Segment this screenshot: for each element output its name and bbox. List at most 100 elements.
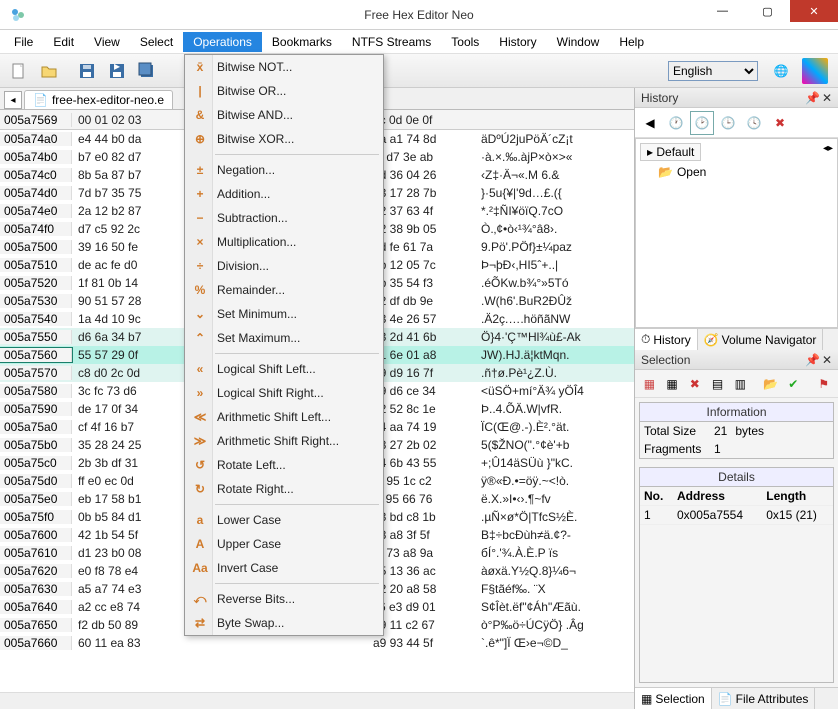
op-bitwise-xor[interactable]: ⊕Bitwise XOR... <box>185 127 383 151</box>
op-bitwise-and[interactable]: &Bitwise AND... <box>185 103 383 127</box>
right-panels: History 📌✕ ◀ 🕐 🕑 🕒 🕓 ✖ ▸ Default ◂▸ 📂 Op… <box>634 88 838 709</box>
btab-volume-navigator[interactable]: 🧭Volume Navigator <box>698 329 824 350</box>
addr-cell: 005a7530 <box>0 294 72 308</box>
pin-icon[interactable]: 📌 <box>805 353 820 367</box>
menu-tools[interactable]: Tools <box>441 32 489 52</box>
language-select[interactable]: English <box>668 61 758 81</box>
details-col: Length <box>762 487 833 506</box>
ascii-cell: 9.Pö'.PÖf}±¼paz <box>475 240 634 254</box>
sel-cancel-icon[interactable]: ✖ <box>684 373 705 395</box>
menu-view[interactable]: View <box>84 32 130 52</box>
op-division[interactable]: ÷Division... <box>185 254 383 278</box>
tab-nav-left[interactable]: ◂ <box>4 91 22 109</box>
op-byte-swap[interactable]: ⇄Byte Swap... <box>185 611 383 635</box>
op-lower-case[interactable]: aLower Case <box>185 508 383 532</box>
menu-edit[interactable]: Edit <box>43 32 84 52</box>
history-tree[interactable]: ▸ Default ◂▸ 📂 Open <box>635 138 838 328</box>
op-bitwise-not[interactable]: x̄Bitwise NOT... <box>185 55 383 79</box>
op-logical-shift-left[interactable]: «Logical Shift Left... <box>185 357 383 381</box>
history-item[interactable]: 📂 Open <box>640 165 833 179</box>
addr-cell: 005a7500 <box>0 240 72 254</box>
hex-row[interactable]: 005a766060 11 ea 83a9 93 44 5f`.ê*"]Ï Œ›… <box>0 634 634 652</box>
history-clock1-icon[interactable]: 🕐 <box>665 112 687 134</box>
op-multiplication[interactable]: ×Multiplication... <box>185 230 383 254</box>
op-icon: % <box>191 283 209 297</box>
sel-grid4-icon[interactable]: ▥ <box>730 373 751 395</box>
op-remainder[interactable]: %Remainder... <box>185 278 383 302</box>
op-addition[interactable]: +Addition... <box>185 182 383 206</box>
hscroll[interactable] <box>0 692 634 709</box>
svg-text:▸: ▸ <box>114 62 120 73</box>
addr-cell: 005a75b0 <box>0 438 72 452</box>
op-rotate-left[interactable]: ↺Rotate Left... <box>185 453 383 477</box>
sel-check-icon[interactable]: ✔ <box>783 373 804 395</box>
pin-icon[interactable]: 📌 <box>805 91 820 105</box>
menu-bookmarks[interactable]: Bookmarks <box>262 32 342 52</box>
color-settings-button[interactable] <box>802 58 828 84</box>
op-icon: ⌃ <box>191 331 209 345</box>
save-as-button[interactable]: ▸ <box>104 58 130 84</box>
history-delete-icon[interactable]: ✖ <box>769 112 791 134</box>
op-bitwise-or[interactable]: |Bitwise OR... <box>185 79 383 103</box>
history-title-label: History <box>641 91 678 105</box>
save-button[interactable] <box>74 58 100 84</box>
op-subtraction[interactable]: −Subtraction... <box>185 206 383 230</box>
save-all-button[interactable] <box>134 58 160 84</box>
op-invert-case[interactable]: AaInvert Case <box>185 556 383 580</box>
op-label: Subtraction... <box>217 211 288 225</box>
sel-grid2-icon[interactable]: ▦ <box>662 373 683 395</box>
op-reverse-bits[interactable]: ⤺Reverse Bits... <box>185 587 383 611</box>
history-clock3-icon[interactable]: 🕒 <box>717 112 739 134</box>
op-set-minimum[interactable]: ⌄Set Minimum... <box>185 302 383 326</box>
menu-ntfs-streams[interactable]: NTFS Streams <box>342 32 441 52</box>
op-arithmetic-shift-left[interactable]: ≪Arithmetic Shift Left... <box>185 405 383 429</box>
btab-file-attributes[interactable]: 📄File Attributes <box>712 688 816 709</box>
file-tab[interactable]: 📄 free-hex-editor-neo.e <box>24 90 173 109</box>
menu-select[interactable]: Select <box>130 32 183 52</box>
op-label: Bitwise XOR... <box>217 132 294 146</box>
close-panel-icon[interactable]: ✕ <box>822 91 832 105</box>
menu-operations[interactable]: Operations <box>183 32 262 52</box>
close-button[interactable]: ✕ <box>790 0 838 22</box>
details-table: No.AddressLength 10x005a75540x15 (21) <box>640 487 833 525</box>
menu-help[interactable]: Help <box>609 32 654 52</box>
sel-open-icon[interactable]: 📂 <box>760 373 781 395</box>
addr-cell: 005a74c0 <box>0 168 72 182</box>
app-icon <box>8 5 28 25</box>
tree-collapse-icon[interactable]: ◂▸ <box>823 143 833 154</box>
ascii-cell: бÍ°.'¾.À.È.P ïs <box>475 546 634 560</box>
btab-selection[interactable]: ▦Selection <box>635 688 712 709</box>
sel-grid1-icon[interactable]: ▦ <box>639 373 660 395</box>
history-clock2-icon[interactable]: 🕑 <box>691 112 713 134</box>
op-rotate-right[interactable]: ↻Rotate Right... <box>185 477 383 501</box>
op-icon: ⇄ <box>191 616 209 630</box>
addr-cell: 005a74b0 <box>0 150 72 164</box>
selection-toolbar: ▦ ▦ ✖ ▤ ▥ 📂 ✔ ⚑ <box>635 370 838 398</box>
menu-history[interactable]: History <box>489 32 546 52</box>
menu-window[interactable]: Window <box>547 32 610 52</box>
op-icon: ⌄ <box>191 307 209 321</box>
close-panel-icon[interactable]: ✕ <box>822 353 832 367</box>
menu-file[interactable]: File <box>4 32 43 52</box>
btab-history[interactable]: ⏱History <box>635 329 698 350</box>
open-file-button[interactable] <box>36 58 62 84</box>
op-negation[interactable]: ±Negation... <box>185 158 383 182</box>
op-logical-shift-right[interactable]: »Logical Shift Right... <box>185 381 383 405</box>
details-col: Address <box>673 487 762 506</box>
ascii-cell: ·à.×.‰.àjP×ò×>« <box>475 150 634 164</box>
history-nav-back-icon[interactable]: ◀ <box>639 112 661 134</box>
op-label: Upper Case <box>217 537 281 551</box>
op-set-maximum[interactable]: ⌃Set Maximum... <box>185 326 383 350</box>
minimize-button[interactable]: — <box>700 0 745 22</box>
maximize-button[interactable]: ▢ <box>745 0 790 22</box>
btab-icon: ⏱ <box>641 332 650 347</box>
sel-grid3-icon[interactable]: ▤ <box>707 373 728 395</box>
new-file-button[interactable] <box>6 58 32 84</box>
op-arithmetic-shift-right[interactable]: ≫Arithmetic Shift Right... <box>185 429 383 453</box>
addr-cell: 005a74d0 <box>0 186 72 200</box>
ascii-cell: Þ¬þÐ‹,HI5ˆ+..| <box>475 258 634 272</box>
op-upper-case[interactable]: AUpper Case <box>185 532 383 556</box>
sel-flag-icon[interactable]: ⚑ <box>813 373 834 395</box>
history-clock4-icon[interactable]: 🕓 <box>743 112 765 134</box>
details-row[interactable]: 10x005a75540x15 (21) <box>640 506 833 525</box>
